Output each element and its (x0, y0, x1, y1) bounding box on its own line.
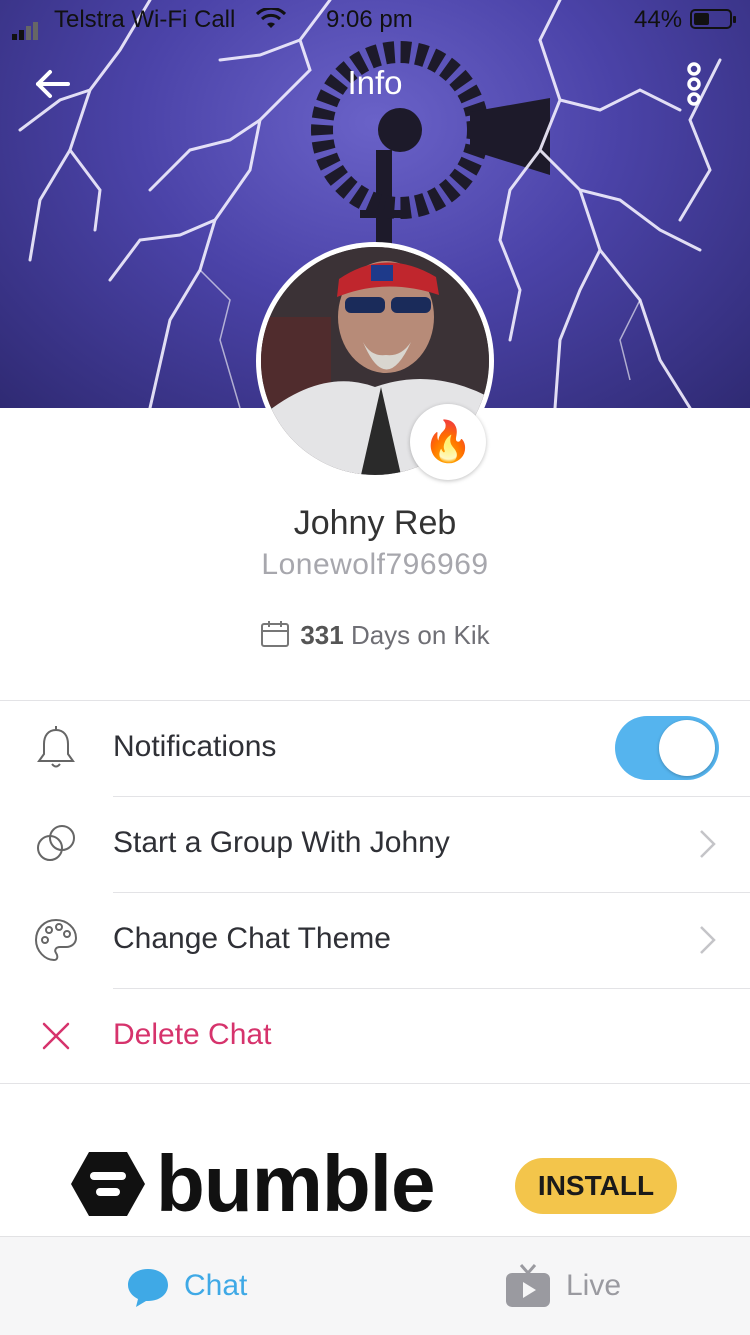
bell-icon (37, 726, 75, 768)
palette-icon (34, 918, 78, 962)
start-group-row[interactable]: Start a Group With Johny (0, 796, 750, 892)
notifications-toggle[interactable] (615, 716, 719, 780)
notifications-label: Notifications (113, 730, 277, 763)
chat-theme-label: Change Chat Theme (113, 922, 391, 955)
battery-icon (690, 9, 736, 29)
bottom-tab-bar: Chat Live (0, 1236, 750, 1335)
start-group-label: Start a Group With Johny (113, 826, 450, 859)
install-button[interactable]: INSTALL (515, 1158, 677, 1214)
display-name: Johny Reb (293, 504, 457, 542)
signal-icon (12, 12, 40, 40)
days-on-kik: 331 Days on Kik (0, 620, 750, 651)
more-vertical-icon (687, 62, 701, 106)
username: Lonewolf796969 (261, 548, 489, 581)
close-x-icon (42, 1022, 70, 1050)
page-title: Info (347, 64, 403, 101)
delete-chat-label: Delete Chat (113, 1018, 272, 1051)
live-tv-icon (506, 1264, 550, 1307)
tab-chat[interactable]: Chat (120, 1237, 320, 1335)
tab-live-label: Live (566, 1269, 622, 1302)
chat-bubble-icon (128, 1269, 168, 1307)
fire-emoji-badge: 🔥 (410, 404, 486, 480)
chat-theme-row[interactable]: Change Chat Theme (0, 892, 750, 988)
wifi-icon (256, 8, 286, 28)
days-count: 331 (300, 620, 344, 650)
calendar-icon (261, 621, 290, 647)
delete-chat-row[interactable]: Delete Chat (0, 988, 750, 1084)
chevron-right-icon (700, 830, 716, 858)
battery-percent: 44% (634, 6, 683, 33)
bumble-logo-icon (71, 1152, 145, 1216)
ad-brand-name: bumble (156, 1139, 435, 1228)
more-options-button[interactable] (678, 60, 710, 110)
status-time: 9:06 pm (326, 6, 413, 33)
status-bar: Telstra Wi-Fi Call 9:06 pm 44% (0, 0, 750, 40)
carrier-name: Telstra Wi-Fi Call (54, 6, 236, 33)
days-suffix: Days on Kik (343, 620, 490, 650)
tab-chat-label: Chat (184, 1269, 248, 1302)
group-circles-icon (37, 825, 75, 861)
chevron-right-icon (700, 926, 716, 954)
tab-live[interactable]: Live (500, 1237, 640, 1335)
